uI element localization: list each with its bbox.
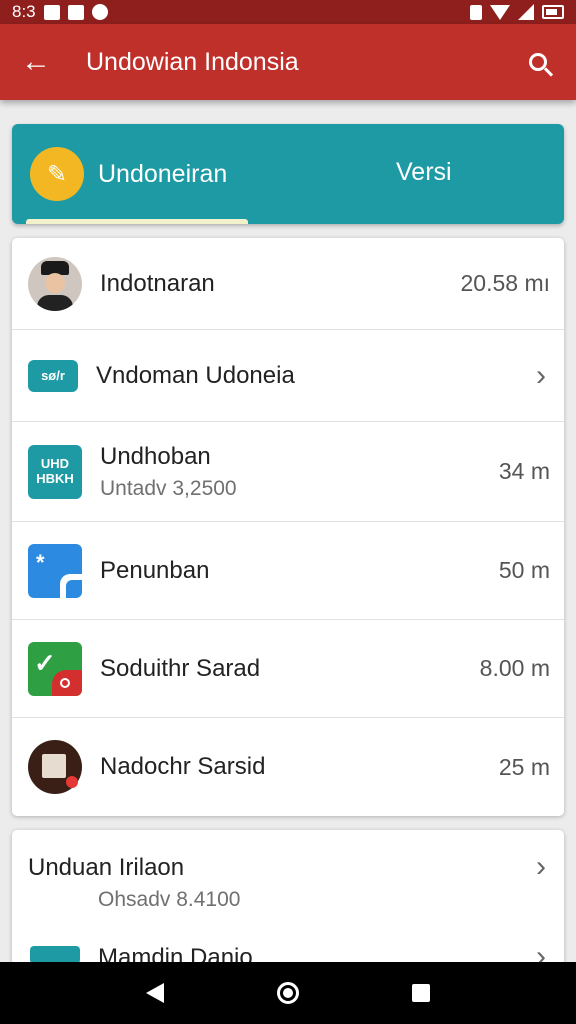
list-item-title: Vndoman Udoneia	[96, 361, 295, 389]
wifi-icon	[490, 4, 510, 20]
list-item[interactable]: Indotnaran 20.58 mı	[12, 238, 564, 330]
promo-banner[interactable]: ✎ Undoneiran Versi	[12, 124, 564, 224]
nav-recents-icon[interactable]	[411, 984, 430, 1002]
tab-indicator	[26, 219, 248, 224]
list-item[interactable]: ✓ Soduithr Sarad 8.00 m	[12, 620, 564, 718]
list-item-value: 50 m	[498, 557, 550, 583]
back-arrow-icon[interactable]: ←	[0, 24, 72, 100]
chevron-right-icon: ›	[536, 358, 546, 392]
list-item[interactable]: Nadochr Sarsid 25 m	[12, 718, 564, 816]
promo-right-label[interactable]: Versi	[396, 158, 452, 187]
sound-icon: sø/r	[28, 359, 78, 392]
list-item-title: Nadochr Sarsid	[100, 753, 266, 780]
blue-app-icon: *	[28, 543, 82, 598]
signal-icon	[518, 4, 534, 20]
nav-back-icon[interactable]	[146, 983, 165, 1003]
list-item-value: 25 m	[498, 753, 550, 780]
list-item[interactable]: * Penunban 50 m	[12, 522, 564, 620]
app-title: Undowian Indonsia	[86, 47, 299, 76]
download-list-card: Indotnaran 20.58 mı sø/r Vndoman Udoneia…	[12, 238, 564, 816]
secondary-card: Unduan Irilaon Ohsadv 8.4100 › Mamdin Da…	[12, 830, 564, 980]
green-app-icon: ✓	[28, 641, 82, 696]
record-icon	[91, 4, 108, 20]
list-item-value: 34 m	[498, 458, 550, 484]
chevron-right-icon[interactable]: ›	[536, 850, 546, 884]
nav-home-icon[interactable]	[276, 982, 299, 1004]
list-item-value: 8.00 m	[479, 655, 550, 681]
card-title[interactable]: Unduan Irilaon	[28, 854, 184, 882]
list-item-subtitle: Untadv 3,2500	[100, 476, 237, 500]
image-icon	[67, 4, 84, 20]
qr-code-icon: UHD HBKH	[28, 444, 82, 499]
list-item-title: Penunban	[100, 556, 210, 584]
list-item[interactable]: sø/r Vndoman Udoneia ›	[12, 330, 564, 422]
card-subtitle: Ohsadv 8.4100	[98, 888, 241, 911]
list-item-value: 20.58 mı	[460, 270, 551, 296]
list-item-title: Soduithr Sarad	[100, 654, 261, 682]
person-avatar-icon	[28, 256, 82, 311]
promo-left-label: Undoneiran	[98, 159, 228, 188]
list-item-title: Undhoban	[100, 442, 211, 470]
list-item-title: Indotnaran	[100, 269, 215, 297]
search-button[interactable]	[500, 24, 576, 100]
app-bar: ← Undowian Indonsia	[0, 24, 576, 100]
vibrate-icon	[470, 4, 482, 20]
list-item[interactable]: UHD HBKH Undhoban Untadv 3,2500 34 m	[12, 422, 564, 522]
document-icon	[28, 740, 82, 794]
status-bar: 8:3	[0, 0, 576, 24]
notification-icon	[43, 4, 60, 20]
battery-icon	[542, 5, 564, 19]
search-icon	[529, 53, 547, 71]
navigation-bar	[0, 962, 576, 1024]
status-time: 8:3	[12, 2, 36, 21]
pin-icon: ✎	[30, 147, 84, 201]
